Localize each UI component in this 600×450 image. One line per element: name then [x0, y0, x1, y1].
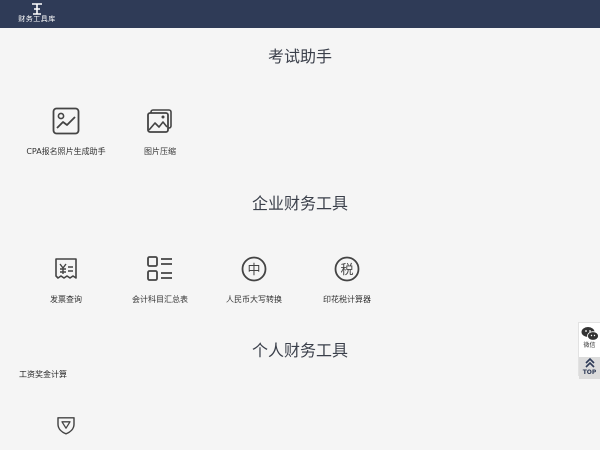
- section-title-personal: 个人财务工具: [251, 341, 348, 360]
- shield-down-icon: [57, 417, 75, 435]
- zhong-circle-icon: 中: [241, 256, 267, 282]
- wechat-button[interactable]: 微信: [579, 326, 600, 356]
- double-chevron-up-icon: [584, 357, 595, 368]
- tool-stamp-tax[interactable]: 税 印花税计算器: [299, 254, 395, 305]
- image-chart-icon: [52, 107, 80, 135]
- wechat-label: 微信: [583, 342, 596, 349]
- shui-circle-icon: 税: [334, 256, 360, 282]
- list-summary-icon: [147, 256, 172, 281]
- tool-label: CPA报名照片生成助手: [26, 147, 106, 156]
- back-to-top-button[interactable]: TOP: [579, 357, 600, 379]
- tool-image-compress[interactable]: 图片压缩: [112, 106, 208, 157]
- site-logo[interactable]: 财务工具库: [15, 3, 59, 25]
- section-title-exam: 考试助手: [267, 47, 332, 66]
- tool-rmb-uppercase[interactable]: 中 人民币大写转换: [206, 254, 302, 305]
- logo-mark-icon: [32, 3, 42, 15]
- invoice-icon: [55, 258, 77, 279]
- section-title-enterprise: 企业财务工具: [251, 194, 348, 213]
- tool-salary-bonus[interactable]: [18, 413, 114, 437]
- tool-label: 发票查询: [50, 295, 82, 304]
- tool-account-summary[interactable]: 会计科目汇总表: [112, 254, 208, 305]
- tool-label: 图片压缩: [144, 147, 176, 156]
- tool-label: 会计科目汇总表: [132, 295, 188, 304]
- tool-label: 人民币大写转换: [226, 295, 282, 304]
- svg-text:税: 税: [340, 263, 353, 278]
- wechat-icon: [581, 327, 599, 341]
- top-bar: 财务工具库: [0, 0, 600, 28]
- top-label: TOP: [582, 369, 597, 376]
- tool-cpa-photo[interactable]: CPA报名照片生成助手: [18, 106, 114, 157]
- tool-invoice-query[interactable]: 发票查询: [18, 254, 114, 305]
- logo-text: 财务工具库: [18, 15, 56, 23]
- image-stack-icon: [147, 109, 172, 133]
- subheading-salary-bonus: 工资奖金计算: [19, 370, 67, 379]
- side-float-bar: 微信 TOP: [578, 322, 600, 379]
- svg-text:中: 中: [247, 263, 260, 278]
- tool-label: 印花税计算器: [323, 295, 371, 304]
